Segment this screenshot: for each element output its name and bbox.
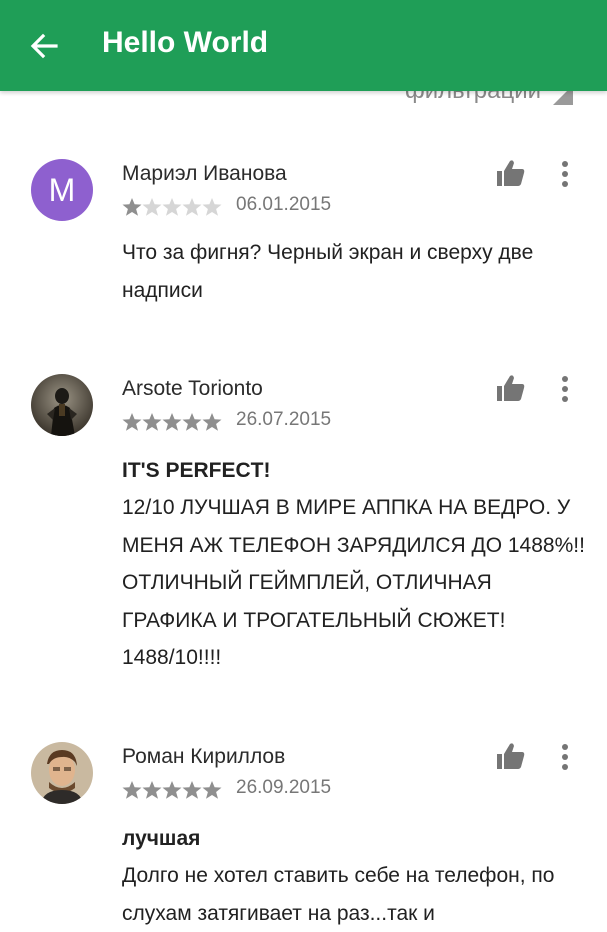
arrow-left-icon: [30, 33, 58, 59]
star-filled-icon: [122, 413, 142, 431]
star-filled-icon: [142, 781, 162, 799]
filter-sort-control[interactable]: фильтрации: [0, 91, 607, 111]
avatar-image: [31, 374, 93, 436]
like-button[interactable]: [493, 371, 529, 407]
star-filled-icon: [182, 413, 202, 431]
review-author: Мариэл Иванова: [122, 162, 287, 185]
star-filled-icon: [122, 781, 142, 799]
review-title: IT'S PERFECT!: [122, 459, 271, 482]
review-text: Долго не хотел ставить себе на телефон, …: [122, 864, 555, 925]
star-filled-icon: [162, 413, 182, 431]
like-button[interactable]: [493, 156, 529, 192]
thumbs-up-icon: [497, 743, 525, 769]
star-filled-icon: [182, 781, 202, 799]
avatar-letter: M: [48, 171, 76, 208]
star-filled-icon: [202, 413, 222, 431]
star-empty-icon: [162, 198, 182, 216]
star-rating: [122, 780, 222, 800]
more-options-button[interactable]: [553, 156, 577, 192]
review-date: 26.07.2015: [236, 409, 332, 430]
filter-label[interactable]: фильтрации: [405, 91, 541, 105]
dropdown-triangle-icon: [553, 91, 573, 105]
more-vertical-icon: [562, 376, 568, 402]
review-author: Роман Кириллов: [122, 745, 286, 768]
avatar-image: [31, 742, 93, 804]
review-date: 26.09.2015: [236, 777, 332, 798]
star-filled-icon: [142, 413, 162, 431]
star-rating: [122, 197, 222, 217]
star-filled-icon: [202, 781, 222, 799]
star-filled-icon: [162, 781, 182, 799]
avatar: [31, 742, 93, 804]
review-author: Arsote Torionto: [122, 377, 263, 400]
page-title: Hello World: [102, 26, 269, 59]
review-title: лучшая: [122, 827, 201, 850]
avatar: [31, 374, 93, 436]
review-date: 06.01.2015: [236, 194, 332, 215]
like-button[interactable]: [493, 739, 529, 775]
avatar: M: [31, 159, 93, 221]
star-rating: [122, 412, 222, 432]
review-text: Что за фигня? Черный экран и сверху две …: [122, 241, 534, 302]
review-text: 12/10 ЛУЧШАЯ В МИРЕ АППКА НА ВЕДРО. У МЕ…: [122, 496, 585, 669]
more-vertical-icon: [562, 161, 568, 187]
star-empty-icon: [202, 198, 222, 216]
app-bar: Hello World: [0, 0, 607, 91]
thumbs-up-icon: [497, 160, 525, 186]
more-options-button[interactable]: [553, 739, 577, 775]
star-empty-icon: [142, 198, 162, 216]
back-button[interactable]: [22, 24, 66, 68]
more-options-button[interactable]: [553, 371, 577, 407]
more-vertical-icon: [562, 744, 568, 770]
star-filled-icon: [122, 198, 142, 216]
star-empty-icon: [182, 198, 202, 216]
thumbs-up-icon: [497, 375, 525, 401]
